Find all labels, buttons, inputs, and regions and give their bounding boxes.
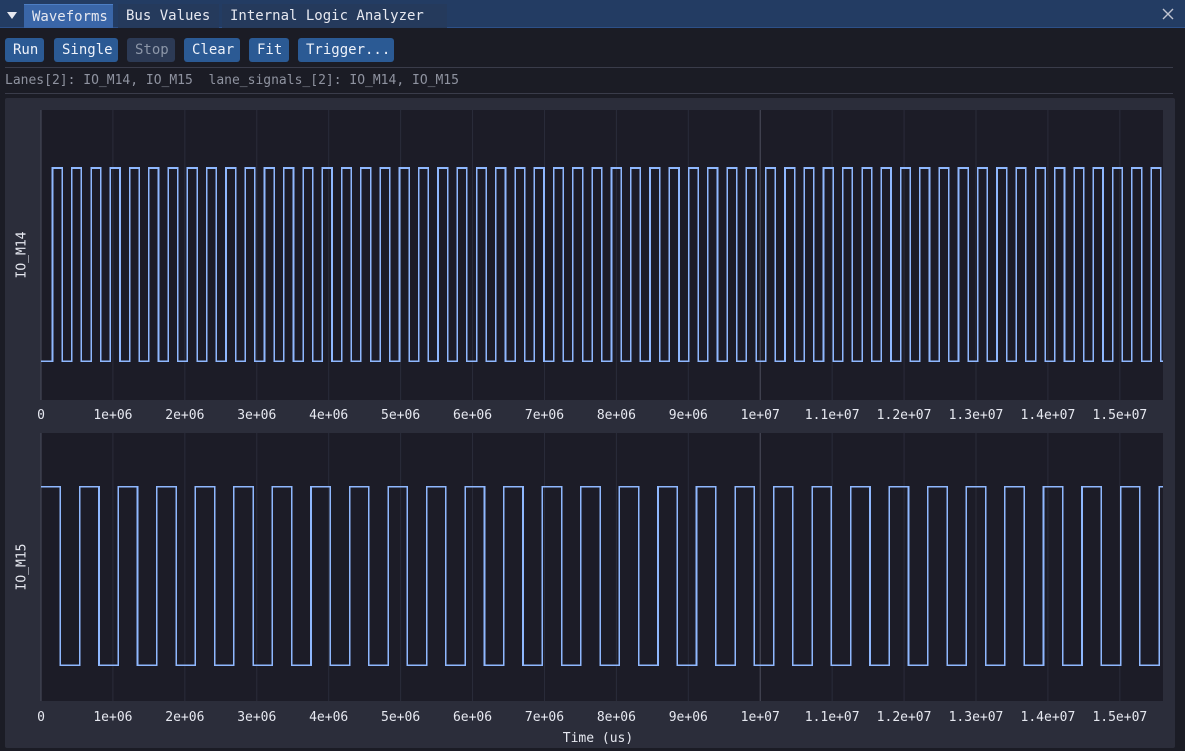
x-tick-label: 1e+06	[93, 710, 132, 725]
x-tick-label: 1.2e+07	[877, 710, 932, 725]
x-tick-label: 9e+06	[669, 710, 708, 725]
x-tick-label: 3e+06	[237, 408, 276, 423]
stop-button[interactable]: Stop	[127, 38, 175, 62]
waveform-plots[interactable]: 0 1e+06 2e+06 3e+06 4e+06 5e+06 6e+06 7e+06 8e+0…	[5, 98, 1175, 748]
x-tick-label: 1e+06	[93, 408, 132, 423]
close-button[interactable]	[1159, 5, 1177, 23]
x-tick-label: 6e+06	[453, 710, 492, 725]
x-tick-label: 8e+06	[597, 408, 636, 423]
x-tick-label: 1.1e+07	[805, 710, 860, 725]
triangle-down-icon	[7, 12, 17, 19]
collapse-menu-button[interactable]	[0, 3, 24, 27]
lanes-info: Lanes[2]: IO_M14, IO_M15 lane_signals_[2…	[5, 73, 459, 88]
x-tick-label: 1.5e+07	[1092, 710, 1147, 725]
fit-button[interactable]: Fit	[249, 38, 289, 62]
x-tick-label: 9e+06	[669, 408, 708, 423]
x-tick-label: 2e+06	[165, 710, 204, 725]
x-tick-label: 5e+06	[381, 710, 420, 725]
x-tick-label: 1.2e+07	[877, 408, 932, 423]
toolbar-divider	[5, 67, 1173, 68]
x-tick-label: 7e+06	[525, 408, 564, 423]
x-tick-label: 1.3e+07	[949, 710, 1004, 725]
tab-internal-logic-analyzer[interactable]: Internal Logic Analyzer	[222, 4, 447, 28]
x-tick-label: 4e+06	[309, 408, 348, 423]
clear-button[interactable]: Clear	[184, 38, 240, 62]
x-tick-label: 2e+06	[165, 408, 204, 423]
x-tick-label: 0	[37, 710, 45, 725]
x-tick-label: 5e+06	[381, 408, 420, 423]
x-tick-label: 1.4e+07	[1021, 408, 1076, 423]
x-tick-label: 1.1e+07	[805, 408, 860, 423]
tab-bus-values[interactable]: Bus Values	[118, 4, 219, 28]
y-axis-label: IO_M15	[15, 544, 30, 591]
info-divider	[5, 93, 1173, 94]
x-tick-label: 7e+06	[525, 710, 564, 725]
x-tick-label: 3e+06	[237, 710, 276, 725]
x-axis-label: Time (us)	[563, 731, 633, 746]
waveform-plot-area[interactable]: 0 1e+06 2e+06 3e+06 4e+06 5e+06 6e+06 7e+06 8e+0…	[5, 98, 1175, 748]
toolbar: Run Single Stop Clear Fit Trigger...	[0, 28, 1185, 66]
close-icon	[1162, 8, 1174, 20]
plot-background-1	[41, 433, 1163, 701]
x-tick-label: 1e+07	[741, 408, 780, 423]
x-tick-label: 1.3e+07	[949, 408, 1004, 423]
x-tick-label: 0	[37, 408, 45, 423]
x-tick-label: 1.4e+07	[1021, 710, 1076, 725]
run-button[interactable]: Run	[5, 38, 44, 62]
tab-bar: Waveforms Bus Values Internal Logic Anal…	[0, 0, 1185, 28]
y-axis-label: IO_M14	[15, 231, 30, 278]
x-tick-label: 1.5e+07	[1092, 408, 1147, 423]
x-tick-label: 4e+06	[309, 710, 348, 725]
x-tick-label: 8e+06	[597, 710, 636, 725]
tab-waveforms[interactable]: Waveforms	[24, 4, 113, 28]
x-tick-label: 6e+06	[453, 408, 492, 423]
trigger-button[interactable]: Trigger...	[298, 38, 394, 62]
single-button[interactable]: Single	[54, 38, 118, 62]
x-tick-label: 1e+07	[741, 710, 780, 725]
